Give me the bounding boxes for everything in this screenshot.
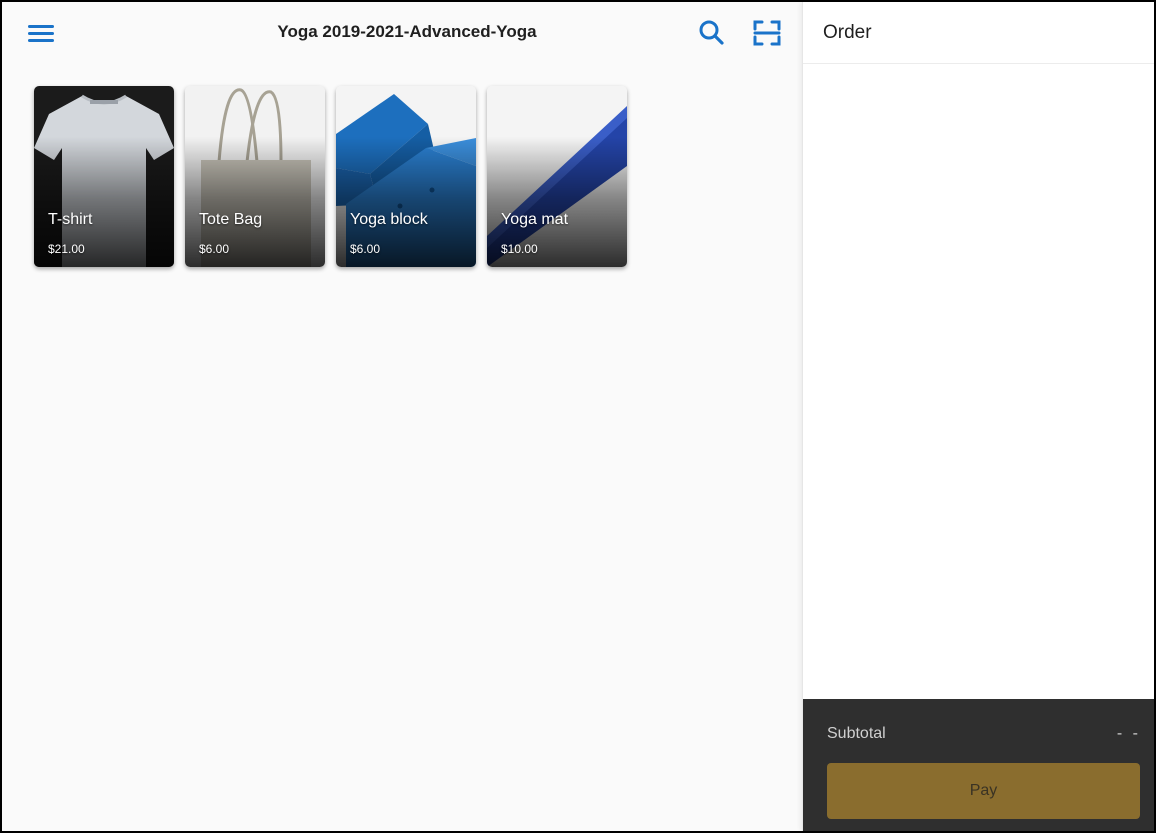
subtotal-label: Subtotal: [827, 725, 886, 742]
subtotal-value: - -: [1116, 725, 1141, 742]
product-tile-yoga-block[interactable]: Yoga block $6.00: [336, 86, 476, 267]
product-price: $21.00: [48, 242, 85, 256]
product-name: Yoga block: [350, 211, 428, 228]
product-price: $10.00: [501, 242, 538, 256]
product-tile-tote-bag[interactable]: Tote Bag $6.00: [185, 86, 325, 267]
menu-icon[interactable]: [26, 20, 56, 46]
product-name: Tote Bag: [199, 211, 263, 228]
product-tile-tshirt[interactable]: T-shirt $21.00: [34, 86, 174, 267]
app-window: Yoga 2019-2021-Advanced-Yoga T-shirt $21…: [0, 0, 1156, 833]
store-title: Yoga 2019-2021-Advanced-Yoga: [277, 22, 537, 41]
top-bar: Yoga 2019-2021-Advanced-Yoga: [2, 2, 802, 64]
checkout-bar: Subtotal - - Pay: [803, 699, 1154, 831]
barcode-scan-icon[interactable]: [750, 17, 784, 49]
product-tile-yoga-mat[interactable]: Yoga mat $10.00: [487, 86, 627, 267]
order-panel: Order Subtotal - - Pay: [802, 2, 1154, 831]
pay-button[interactable]: Pay: [827, 763, 1140, 819]
search-icon[interactable]: [696, 17, 728, 49]
order-title: Order: [823, 22, 872, 43]
product-price: $6.00: [350, 242, 381, 256]
product-price: $6.00: [199, 242, 230, 256]
order-header: Order: [803, 2, 1154, 64]
product-pane: Yoga 2019-2021-Advanced-Yoga T-shirt $21…: [2, 2, 802, 831]
product-name: Yoga mat: [501, 211, 569, 228]
product-name: T-shirt: [48, 211, 93, 228]
